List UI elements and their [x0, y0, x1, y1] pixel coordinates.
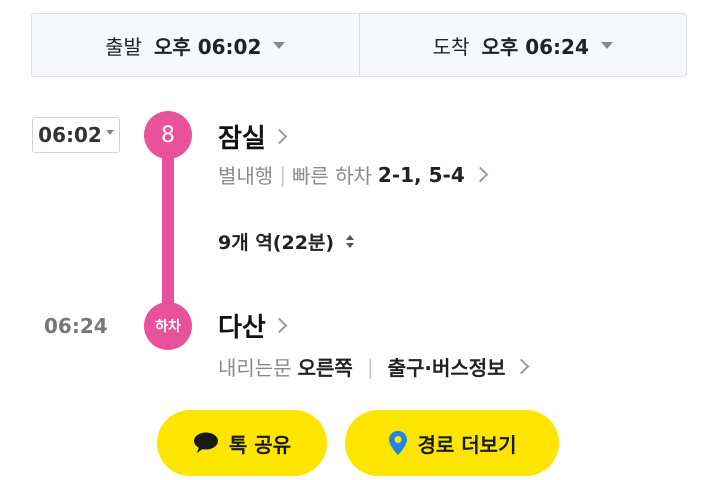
divider: | [279, 162, 286, 187]
chevron-right-icon [271, 128, 288, 145]
route-line [162, 150, 174, 310]
talk-share-button[interactable]: 톡 공유 [157, 410, 327, 476]
exit-info: 내리는문 오른쪽 | 출구·버스정보 [218, 352, 529, 381]
fast-exit-label: 빠른 하차 [291, 164, 372, 188]
stops-toggle[interactable]: 9개 역(22분) [218, 228, 355, 255]
chevron-down-icon [600, 41, 613, 49]
departure-label: 출발 [105, 34, 142, 59]
more-routes-label: 경로 더보기 [417, 432, 517, 457]
exit-bus-info-label: 출구·버스정보 [387, 356, 506, 380]
arrival-time-text: 06:24 [44, 314, 108, 338]
expand-icon [346, 235, 355, 248]
chevron-right-icon [271, 317, 288, 334]
arrival-label: 도착 [432, 34, 470, 59]
location-pin-icon [388, 430, 408, 456]
time-selector-bar: 출발 오후 06:02 도착 오후 06:24 [31, 13, 687, 77]
more-routes-button[interactable]: 경로 더보기 [345, 410, 559, 476]
arrival-station-link[interactable]: 다산 [218, 307, 288, 344]
arrival-value: 오후 06:24 [481, 34, 589, 59]
departure-station-link[interactable]: 잠실 [218, 118, 288, 155]
chevron-right-icon [472, 166, 489, 183]
alight-badge: 하차 [144, 302, 192, 350]
speech-bubble-icon [193, 432, 219, 454]
chevron-down-icon [105, 129, 114, 135]
chevron-down-icon [273, 41, 286, 49]
share-label: 톡 공유 [228, 432, 292, 457]
line-number-badge: 8 [144, 111, 192, 159]
arrival-time-dropdown[interactable]: 도착 오후 06:24 [358, 14, 687, 76]
chevron-right-icon [513, 358, 529, 375]
direction-info: 별내행 | 빠른 하차 2-1, 5-4 [218, 160, 489, 189]
departure-station-name: 잠실 [218, 124, 266, 154]
departure-time-dropdown[interactable]: 출발 오후 06:02 [32, 14, 359, 76]
exit-bus-info-link[interactable]: 출구·버스정보 [387, 352, 529, 381]
stops-summary: 9개 역(22분) [218, 232, 335, 254]
departure-time-select[interactable]: 06:02 [32, 117, 120, 153]
arrival-station-name: 다산 [218, 313, 266, 343]
fast-exit-doors: 2-1, 5-4 [377, 162, 465, 187]
departure-value: 오후 06:02 [153, 34, 262, 59]
divider: | [366, 354, 374, 379]
door-label: 내리는문 [218, 356, 292, 380]
fast-exit-link[interactable]: 빠른 하차 2-1, 5-4 [291, 160, 489, 189]
direction-text: 별내행 [218, 164, 274, 188]
departure-time-text: 06:02 [38, 123, 102, 147]
door-side: 오른쪽 [297, 356, 353, 380]
